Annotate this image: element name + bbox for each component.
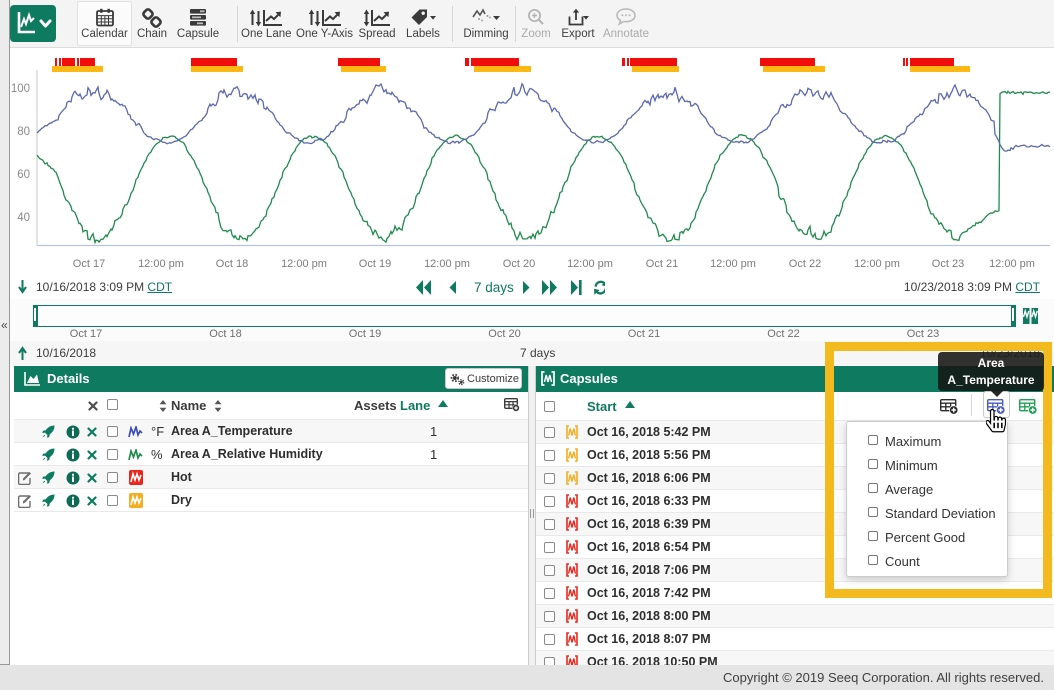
svg-text:7 days: 7 days (474, 280, 514, 295)
